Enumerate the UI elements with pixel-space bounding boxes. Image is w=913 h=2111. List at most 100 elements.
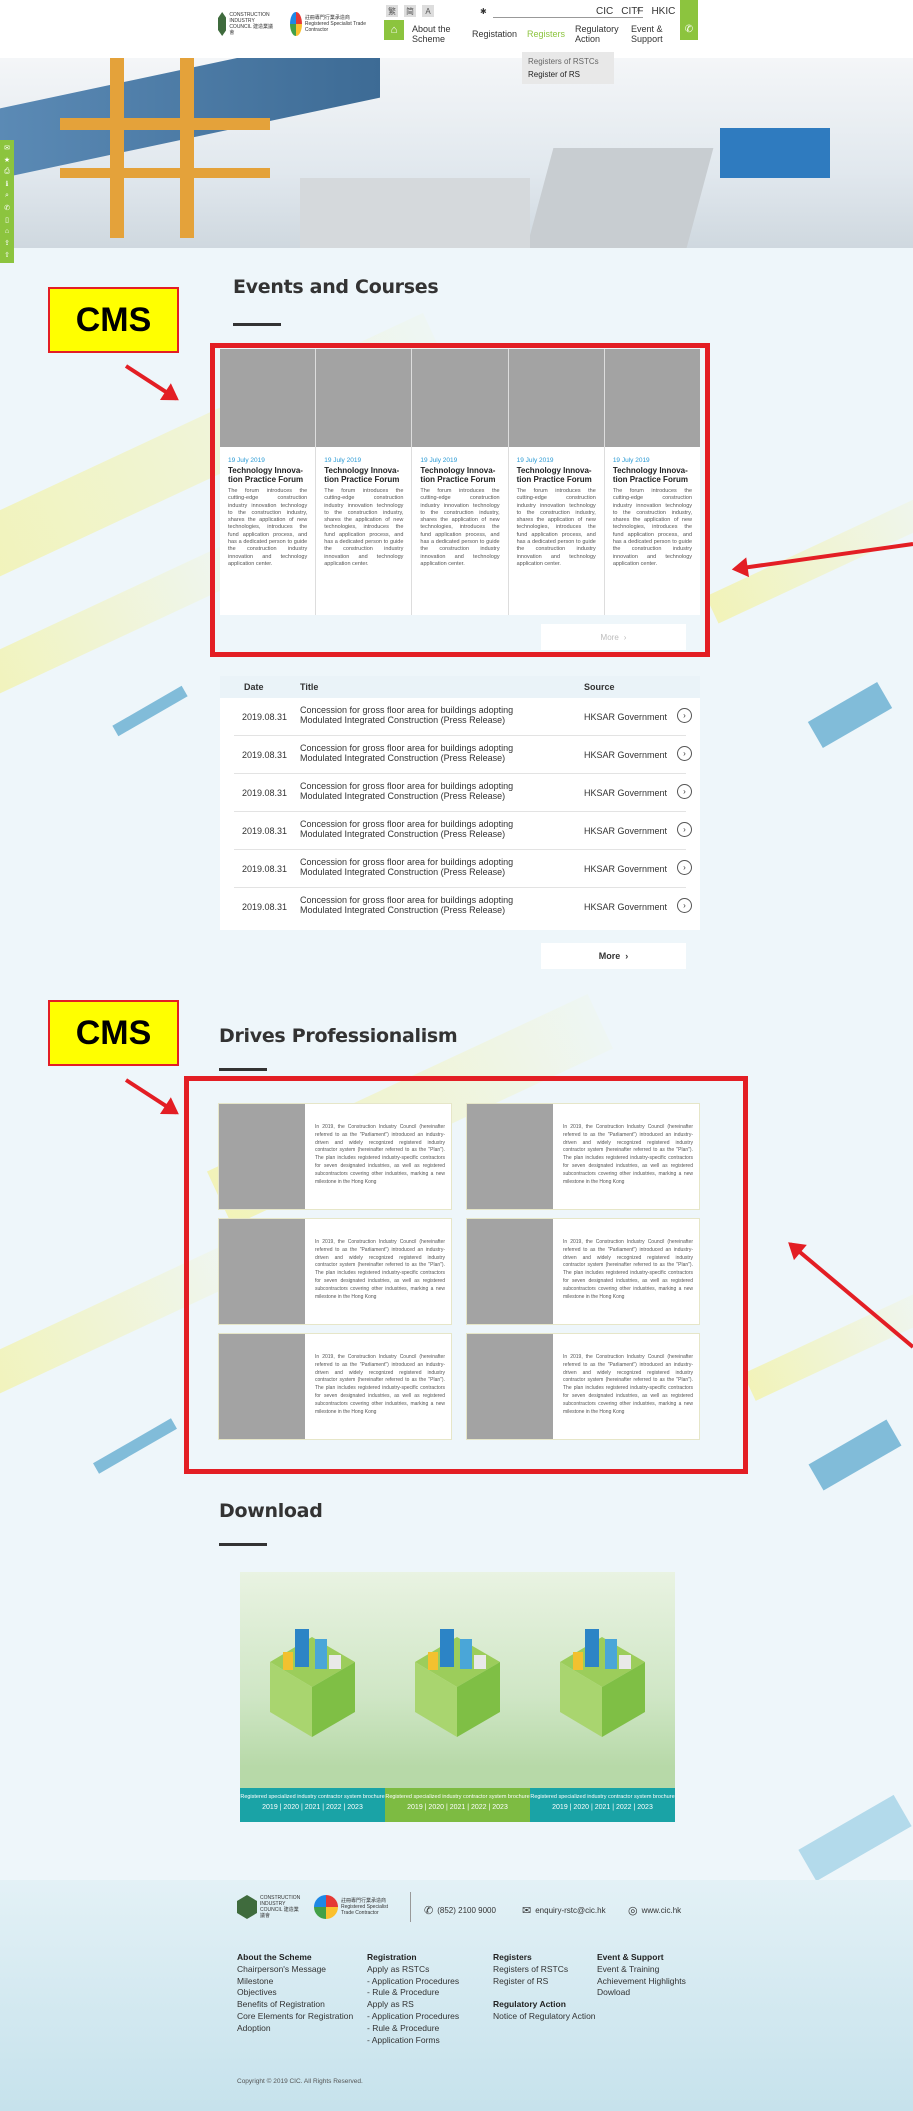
rstc-logo[interactable]: 註冊專門行業承造商 Registered Specialist Trade Co… — [290, 10, 370, 38]
footer-cic-logo[interactable]: CONSTRUCTION INDUSTRY COUNCIL 建造業議會 — [237, 1895, 302, 1919]
share-side-icon[interactable]: ⇪ — [4, 239, 10, 247]
footer-link[interactable]: Objectives — [237, 1987, 353, 1999]
phone-icon: ✆ — [424, 1905, 434, 1917]
table-row[interactable]: 2019.08.31 Concession for gross floor ar… — [234, 888, 692, 926]
footer-web[interactable]: ◎ www.cic.hk — [628, 1904, 681, 1917]
footer-link[interactable]: Milestone — [237, 1976, 353, 1988]
brochure-item[interactable]: Registered specialized industry contract… — [385, 1572, 530, 1822]
row-date: 2019.08.31 — [242, 712, 288, 722]
accessibility-icon[interactable]: ✱ — [480, 7, 487, 16]
site-link-cic[interactable]: CIC — [596, 6, 613, 17]
row-title[interactable]: Concession for gross floor area for buil… — [300, 895, 550, 915]
chevron-circle-icon[interactable]: › — [677, 822, 692, 837]
phone-side-icon[interactable]: ✆ — [4, 204, 10, 212]
footer-link[interactable]: - Rule & Procedure — [367, 2023, 459, 2035]
city-illustration — [415, 1629, 500, 1737]
row-title[interactable]: Concession for gross floor area for buil… — [300, 781, 550, 801]
info-icon[interactable]: ℹ — [6, 180, 9, 188]
row-title[interactable]: Concession for gross floor area for buil… — [300, 743, 550, 763]
table-row[interactable]: 2019.08.31 Concession for gross floor ar… — [234, 850, 692, 888]
home-side-icon[interactable]: ⌂ — [5, 228, 9, 235]
share-icon[interactable]: ✉ — [4, 144, 10, 152]
table-row[interactable]: 2019.08.31 Concession for gross floor ar… — [234, 698, 692, 736]
deco-bar — [93, 1418, 177, 1474]
lang-traditional-button[interactable]: 繁 — [386, 5, 398, 17]
footer-link[interactable]: - Application Procedures — [367, 2011, 459, 2023]
footer-link[interactable]: - Application Forms — [367, 2035, 459, 2047]
annotation-arrow — [124, 1078, 178, 1115]
mobile-icon[interactable]: ▯ — [5, 216, 9, 224]
rstc-flower-icon — [290, 12, 302, 36]
footer-link[interactable]: Registers of RSTCs — [493, 1964, 596, 1976]
nav-regulatory[interactable]: Regulatory Action — [575, 24, 621, 44]
table-row[interactable]: 2019.08.31 Concession for gross floor ar… — [234, 774, 692, 812]
footer-link[interactable]: - Rule & Procedure — [367, 1987, 459, 1999]
footer-heading[interactable]: About the Scheme — [237, 1952, 353, 1964]
font-size-button[interactable]: A — [422, 5, 434, 17]
row-title[interactable]: Concession for gross floor area for buil… — [300, 819, 550, 839]
footer-link[interactable]: Adoption — [237, 2023, 353, 2035]
nav-event-support[interactable]: Event & Support — [631, 24, 665, 44]
site-link-citf[interactable]: CITF — [621, 6, 643, 17]
chevron-circle-icon[interactable]: › — [677, 860, 692, 875]
chevron-circle-icon[interactable]: › — [677, 898, 692, 913]
footer-rstc-logo[interactable]: 註冊專門行業承造商 Registered Specialist Trade Co… — [314, 1895, 391, 1919]
nav-about[interactable]: About the Scheme — [412, 24, 462, 44]
title-underline — [219, 1543, 267, 1546]
home-icon[interactable]: ⌂ — [384, 20, 404, 40]
footer-heading[interactable]: Regulatory Action — [493, 1999, 596, 2011]
footer-email[interactable]: ✉ enquiry-rstc@cic.hk — [522, 1904, 606, 1917]
lang-simplified-button[interactable]: 简 — [404, 5, 416, 17]
news-more-button[interactable]: More › — [541, 943, 686, 969]
deco-cube — [808, 1419, 902, 1491]
footer-link[interactable]: Register of RS — [493, 1976, 596, 1988]
brochure-years: 2019 | 2020 | 2021 | 2022 | 2023 — [552, 1804, 653, 1811]
footer-link[interactable]: Notice of Regulatory Action — [493, 2011, 596, 2023]
row-title[interactable]: Concession for gross floor area for buil… — [300, 705, 550, 725]
table-row[interactable]: 2019.08.31 Concession for gross floor ar… — [234, 736, 692, 774]
footer-link[interactable]: Core Elements for Registration — [237, 2011, 353, 2023]
chevron-circle-icon[interactable]: › — [677, 784, 692, 799]
dropdown-item-rs[interactable]: Register of RS — [528, 68, 608, 81]
dropdown-item-rstcs[interactable]: Registers of RSTCs — [528, 55, 608, 68]
print-icon[interactable]: ⎙ — [4, 168, 10, 176]
footer-link[interactable]: - Application Procedures — [367, 1976, 459, 1988]
footer-heading[interactable]: Event & Support — [597, 1952, 686, 1964]
footer-link[interactable]: Apply as RSTCs — [367, 1964, 459, 1976]
cic-logo[interactable]: CONSTRUCTION INDUSTRY COUNCIL 建造業議會 — [218, 10, 278, 38]
top-icon[interactable]: ⇧ — [4, 251, 10, 259]
deco-cube — [798, 1794, 912, 1882]
footer-link[interactable]: Event & Training — [597, 1964, 686, 1976]
brochure-title: Registered specialized industry contract… — [240, 1794, 385, 1800]
chevron-circle-icon[interactable]: › — [677, 746, 692, 761]
footer-heading[interactable]: Registers — [493, 1952, 596, 1964]
phone-icon[interactable]: ✆ — [680, 18, 698, 40]
table-row[interactable]: 2019.08.31 Concession for gross floor ar… — [234, 812, 692, 850]
footer-link[interactable]: Achievement Highlights — [597, 1976, 686, 1988]
crane-beam — [60, 168, 270, 178]
search-side-icon[interactable]: ⌕ — [5, 192, 9, 200]
nav-registers[interactable]: Registers — [527, 24, 565, 44]
footer-link[interactable]: Benefits of Registration — [237, 1999, 353, 2011]
site-link-hkic[interactable]: HKIC — [651, 6, 675, 17]
row-source: HKSAR Government — [584, 902, 668, 912]
footer-heading[interactable]: Registration — [367, 1952, 459, 1964]
brochure-item[interactable]: Registered specialized industry contract… — [240, 1572, 385, 1822]
bookmark-icon[interactable]: ★ — [4, 156, 10, 164]
footer-phone[interactable]: ✆ (852) 2100 9000 — [424, 1904, 496, 1917]
row-title[interactable]: Concession for gross floor area for buil… — [300, 857, 550, 877]
nav-registration[interactable]: Registation — [472, 24, 517, 44]
annotation-arrow — [124, 364, 178, 401]
phone-text: (852) 2100 9000 — [437, 1906, 496, 1915]
events-title: Events and Courses — [233, 276, 439, 298]
brochure-item[interactable]: Registered specialized industry contract… — [530, 1572, 675, 1822]
footer-link[interactable]: Chairperson's Message — [237, 1964, 353, 1976]
brochure-title: Registered specialized industry contract… — [385, 1794, 530, 1800]
chevron-circle-icon[interactable]: › — [677, 708, 692, 723]
deco-stripe — [743, 1289, 913, 1401]
footer-link[interactable]: Dowload — [597, 1987, 686, 1999]
row-source: HKSAR Government — [584, 788, 668, 798]
cms-region-box — [184, 1076, 748, 1474]
footer-link[interactable]: Apply as RS — [367, 1999, 459, 2011]
